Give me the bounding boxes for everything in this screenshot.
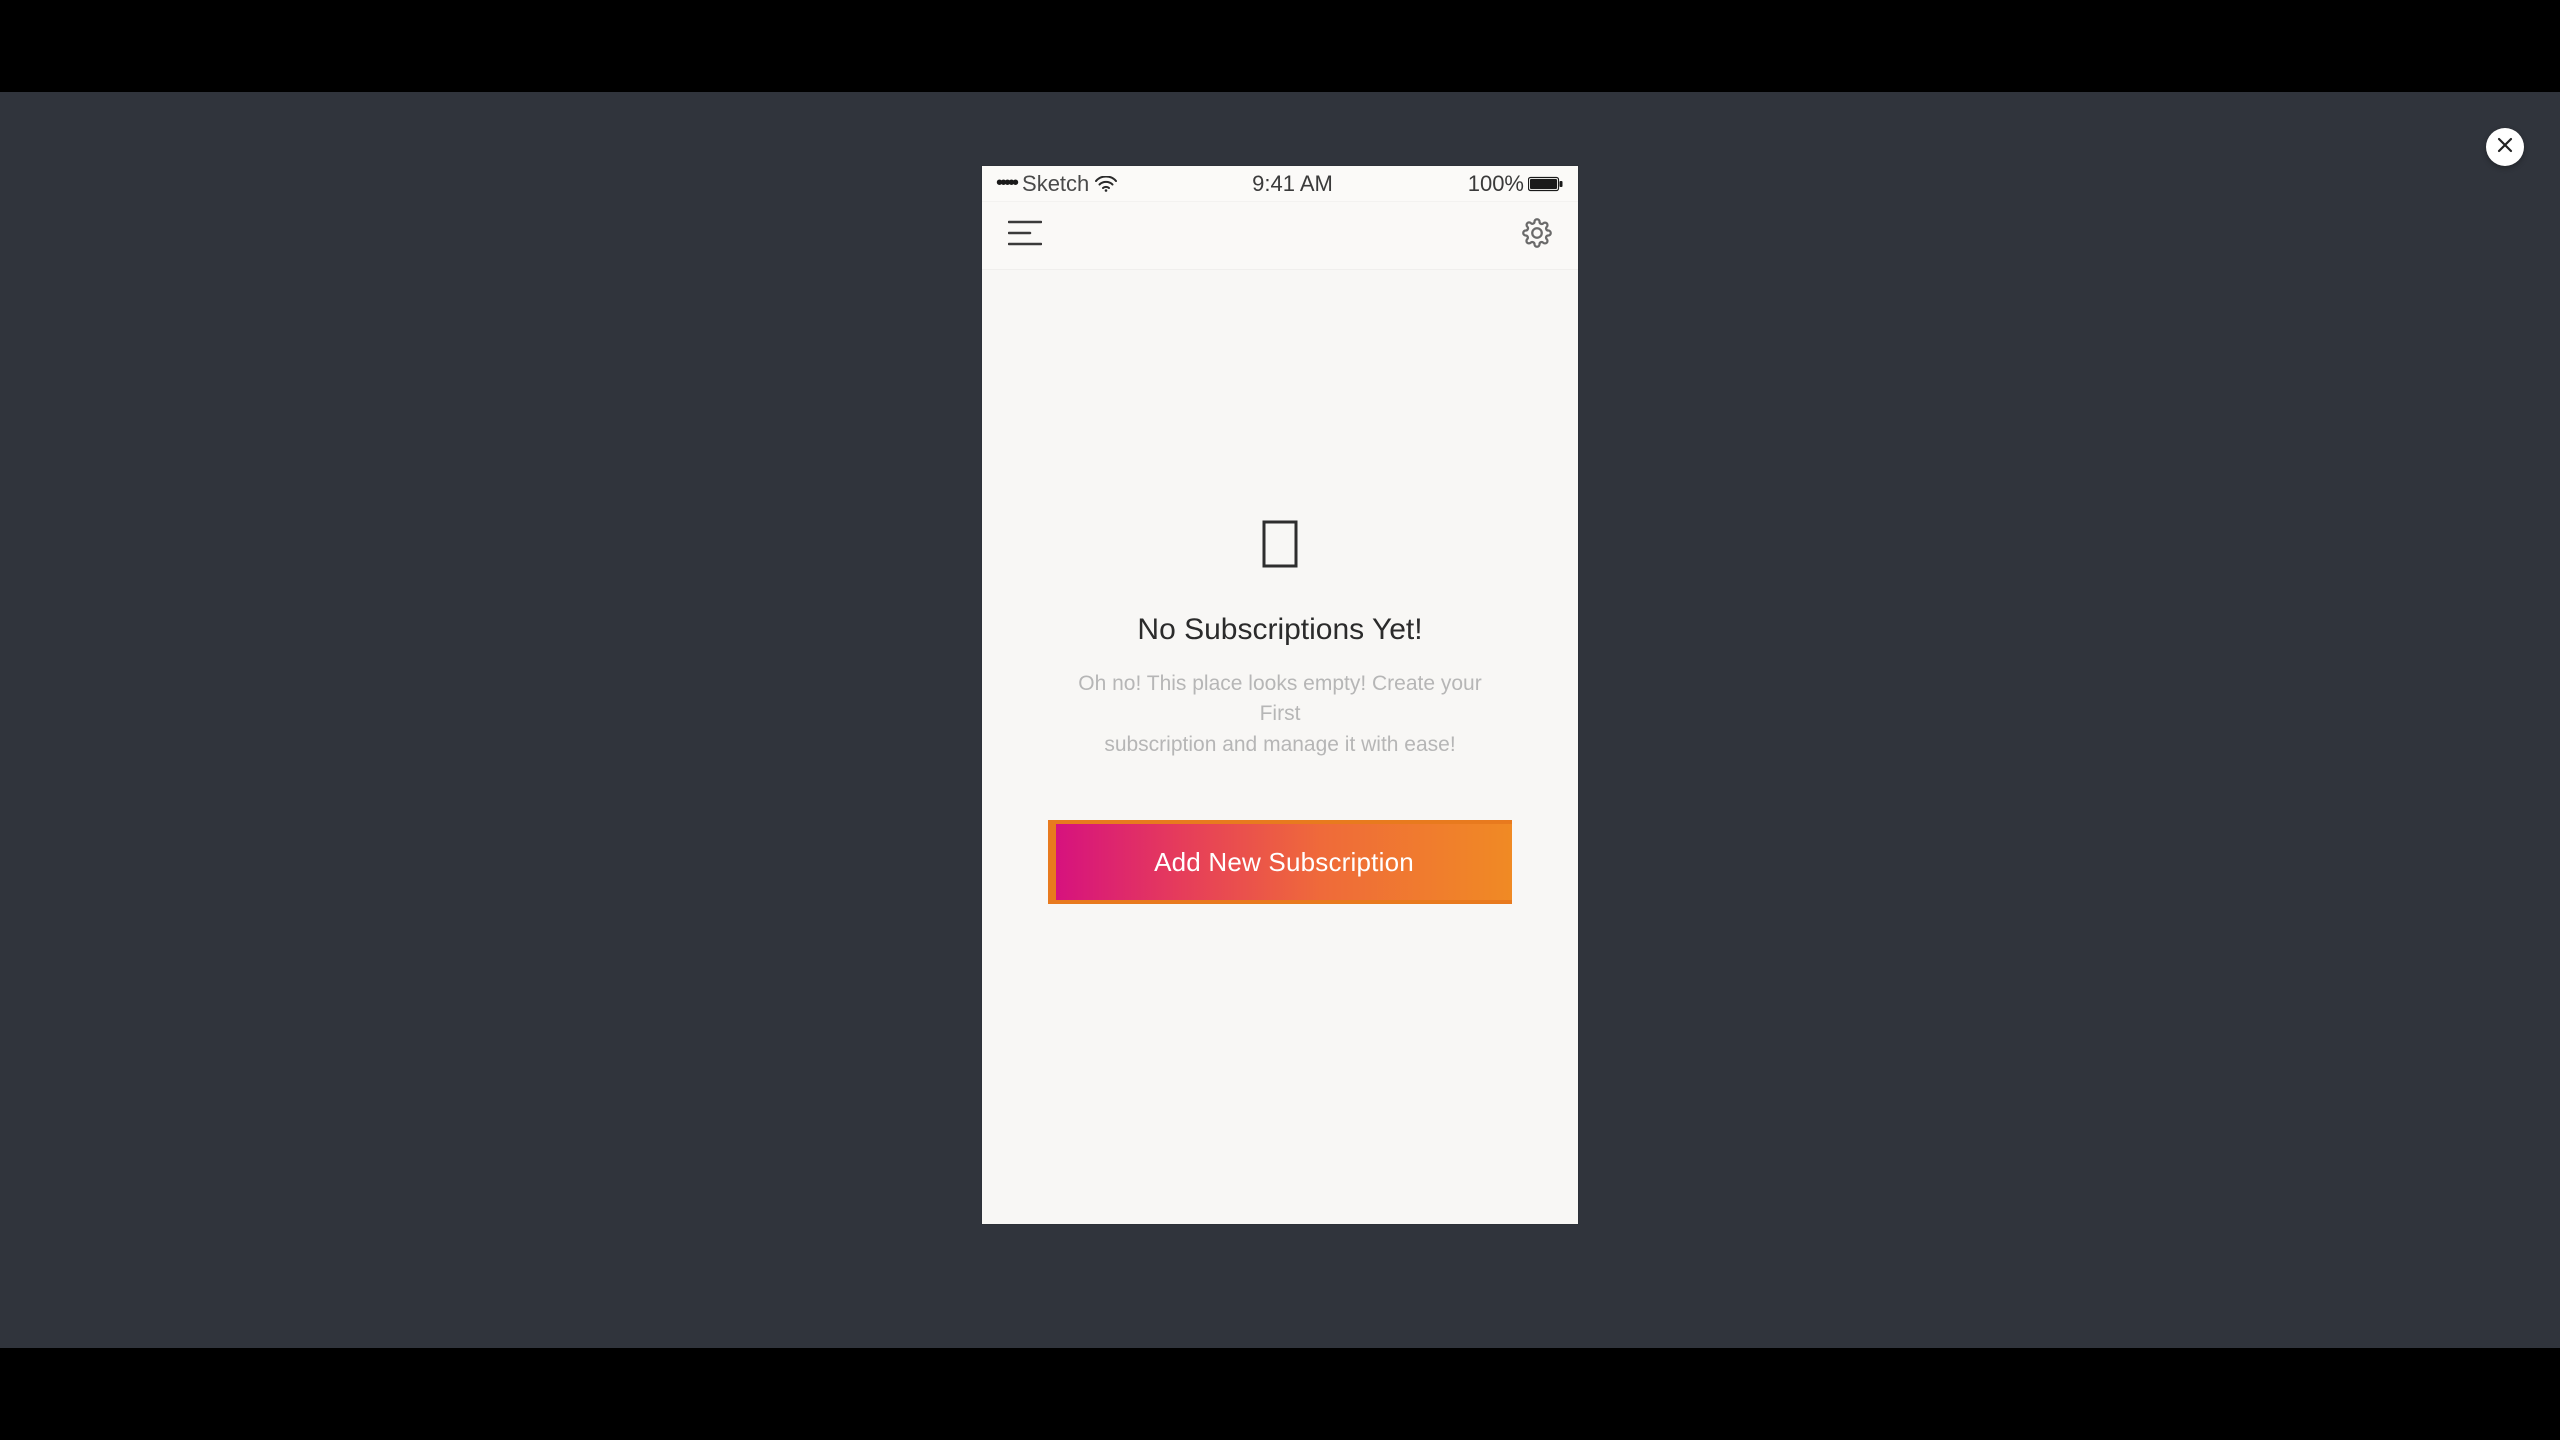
status-right: 100% bbox=[1468, 171, 1564, 197]
status-left: ••••• Sketch bbox=[996, 171, 1117, 197]
letterbox-bottom bbox=[0, 1348, 2560, 1440]
settings-button[interactable] bbox=[1522, 218, 1552, 253]
carrier-label: Sketch bbox=[1022, 171, 1089, 197]
signal-dots-icon: ••••• bbox=[996, 172, 1016, 195]
hamburger-icon bbox=[1008, 220, 1042, 251]
empty-subtitle-line2: subscription and manage it with ease! bbox=[1104, 733, 1455, 756]
phone-mockup: ••••• Sketch 9:41 AM 100% bbox=[982, 166, 1578, 1224]
cta-label: Add New Subscription bbox=[1154, 847, 1414, 878]
status-time: 9:41 AM bbox=[1252, 171, 1333, 197]
battery-icon bbox=[1528, 176, 1564, 192]
empty-subtitle-line1: Oh no! This place looks empty! Create yo… bbox=[1078, 672, 1481, 725]
empty-state: No Subscriptions Yet! Oh no! This place … bbox=[982, 270, 1578, 1224]
empty-state-subtitle: Oh no! This place looks empty! Create yo… bbox=[1070, 669, 1490, 760]
wifi-icon bbox=[1095, 176, 1117, 192]
nav-bar bbox=[982, 202, 1578, 270]
letterbox-top bbox=[0, 0, 2560, 92]
empty-state-title: No Subscriptions Yet! bbox=[1137, 613, 1422, 647]
status-bar: ••••• Sketch 9:41 AM 100% bbox=[982, 166, 1578, 202]
lightbox-viewer: ••••• Sketch 9:41 AM 100% bbox=[0, 92, 2560, 1348]
close-icon bbox=[2497, 137, 2513, 158]
battery-percent: 100% bbox=[1468, 171, 1524, 197]
empty-box-icon bbox=[1262, 520, 1298, 573]
add-subscription-button[interactable]: Add New Subscription bbox=[1056, 824, 1512, 900]
menu-button[interactable] bbox=[1008, 220, 1042, 251]
gear-icon bbox=[1522, 218, 1552, 253]
cta-container: Add New Subscription bbox=[1048, 820, 1512, 904]
close-button[interactable] bbox=[2486, 128, 2524, 166]
